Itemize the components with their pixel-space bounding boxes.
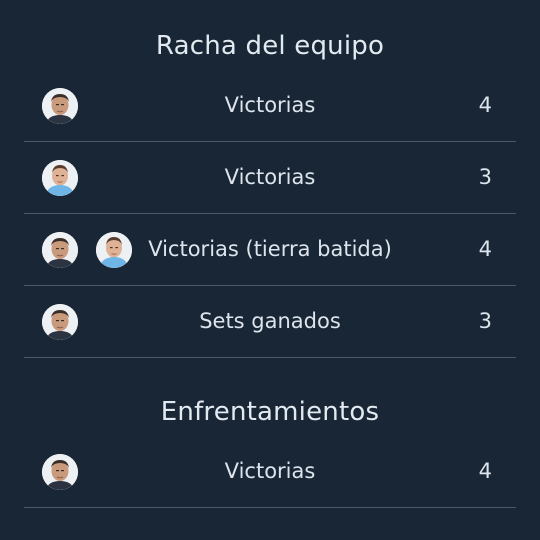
player-avatar-dark-hair xyxy=(42,304,78,340)
stat-value: 3 xyxy=(478,309,492,333)
player-avatar-light-blue-shirt xyxy=(96,232,132,268)
stat-label: Victorias xyxy=(224,459,316,483)
player-avatars xyxy=(42,88,78,124)
stat-value: 4 xyxy=(478,237,492,261)
streak-row[interactable]: Victorias 4 xyxy=(24,70,516,142)
streak-row[interactable]: Sets ganados 3 xyxy=(24,286,516,358)
stat-value: 3 xyxy=(478,165,492,189)
streak-row[interactable]: Victorias 3 xyxy=(24,142,516,214)
streak-row[interactable]: Victorias (tierra batida) 4 xyxy=(24,214,516,286)
player-avatar-dark-hair xyxy=(42,454,78,490)
stat-label: Sets ganados xyxy=(199,309,341,333)
player-avatar-dark-hair xyxy=(42,232,78,268)
stat-label: Victorias xyxy=(224,165,316,189)
stats-panel: Racha del equipo Victorias 4 Victorias 3… xyxy=(0,0,540,540)
player-avatar-dark-hair xyxy=(42,88,78,124)
player-avatars xyxy=(42,454,78,490)
stat-label: Victorias xyxy=(224,93,316,117)
player-avatars xyxy=(42,232,132,268)
stat-value: 4 xyxy=(478,93,492,117)
section-title-head-to-head: Enfrentamientos xyxy=(160,397,380,427)
player-avatar-light-blue-shirt xyxy=(42,160,78,196)
player-avatars xyxy=(42,304,78,340)
h2h-row[interactable]: Victorias 4 xyxy=(24,436,516,508)
section-title-team-streak: Racha del equipo xyxy=(155,31,385,61)
stat-value: 4 xyxy=(478,459,492,483)
player-avatars xyxy=(42,160,78,196)
